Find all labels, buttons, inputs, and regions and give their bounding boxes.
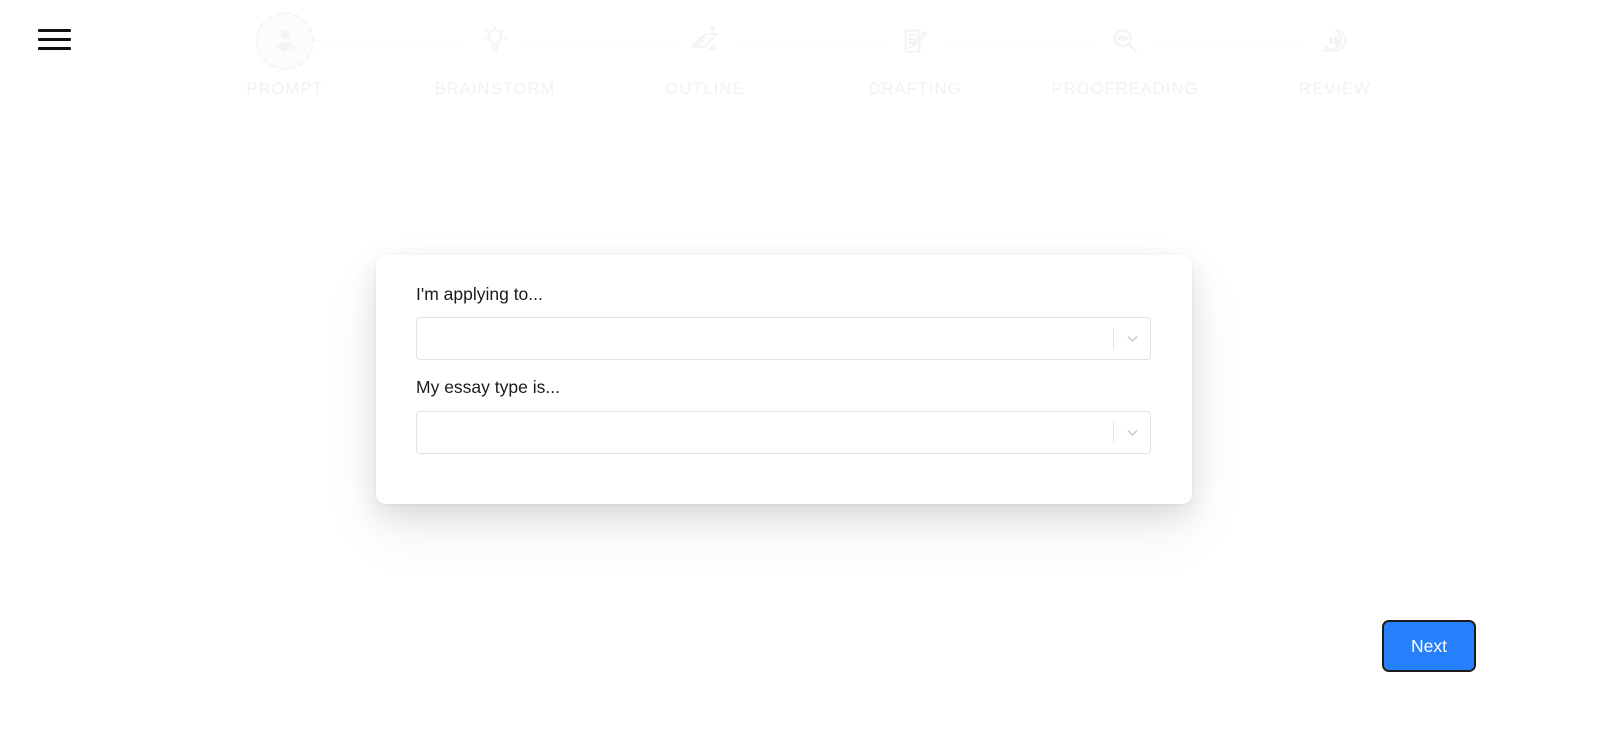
step-icon-container [886, 12, 944, 70]
step-icon-container [466, 12, 524, 70]
step-prompt[interactable]: PROMPT [180, 0, 495, 99]
step-review[interactable]: REVIEW [1125, 0, 1440, 99]
hamburger-bar [38, 37, 71, 41]
step-label: PROMPT [246, 80, 324, 98]
chevron-down-icon[interactable] [1114, 412, 1150, 453]
outline-list-icon [689, 26, 721, 56]
lightbulb-icon [480, 26, 510, 56]
step-drafting[interactable]: DRAFTING [705, 0, 1125, 99]
speech-thumbsup-icon [1320, 26, 1350, 56]
essay-type-select[interactable] [416, 410, 1151, 454]
field-applying-to: I'm applying to... [416, 281, 1152, 361]
step-proofreading[interactable]: PROOFREADING [915, 0, 1335, 99]
step-label: BRAINSTORM [434, 80, 556, 98]
field-label-essay-type: My essay type is... [416, 377, 560, 398]
step-outline[interactable]: OUTLINE [495, 0, 915, 99]
step-icon-container [1306, 12, 1364, 70]
step-connector-line [915, 40, 1125, 41]
magnifier-eye-icon [1110, 26, 1140, 56]
step-icon-container [1096, 12, 1154, 70]
step-connector-line [495, 40, 705, 41]
prompt-form-card: I'm applying to... My essay type is... [376, 255, 1192, 504]
applying-to-select[interactable] [416, 317, 1151, 361]
workflow-stepper: PROMPT BRAINSTORM OUTLINE DRAFTING PROOF… [180, 0, 1440, 100]
hamburger-bar [38, 46, 71, 50]
step-label: OUTLINE [665, 80, 745, 98]
step-connector-line [285, 40, 495, 41]
step-label: PROOFREADING [1051, 80, 1199, 98]
app-root: PROMPT BRAINSTORM OUTLINE DRAFTING PROOF… [0, 0, 1600, 742]
step-connector-line [1125, 40, 1335, 41]
document-pencil-icon [900, 26, 930, 56]
step-label: REVIEW [1299, 80, 1371, 98]
field-label-applying-to: I'm applying to... [416, 284, 543, 304]
profile-photo-icon [270, 26, 300, 56]
hamburger-bar [38, 28, 71, 32]
chevron-down-icon[interactable] [1114, 318, 1150, 359]
step-brainstorm[interactable]: BRAINSTORM [285, 0, 705, 99]
next-button[interactable]: Next [1382, 620, 1476, 672]
field-essay-type: My essay type is... [416, 374, 1152, 454]
hamburger-menu-icon[interactable] [38, 22, 72, 56]
step-icon-container [676, 12, 734, 70]
step-icon-container [256, 12, 314, 70]
step-connector-line [705, 40, 915, 41]
step-label: DRAFTING [868, 80, 962, 98]
